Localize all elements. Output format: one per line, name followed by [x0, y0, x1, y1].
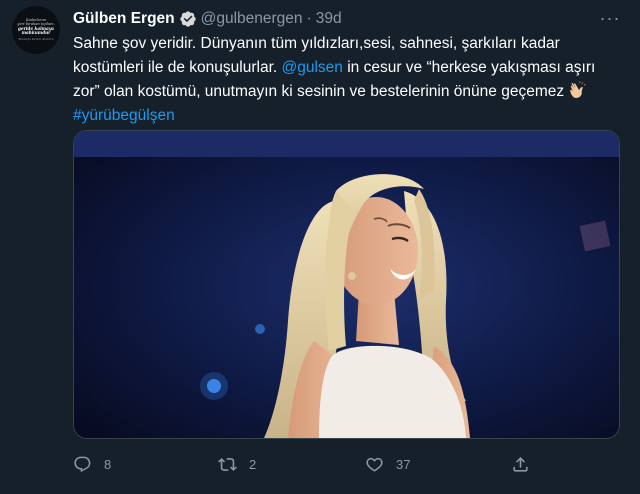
share-icon — [513, 456, 528, 472]
avatar-quote-line: mahkumdur — [21, 30, 51, 36]
author-name[interactable]: Gülben Ergen — [73, 10, 175, 28]
tweet-actions: 8 2 37 — [73, 450, 618, 478]
hashtag-link[interactable]: #yürübegülşen — [73, 104, 618, 128]
like-button[interactable]: 37 — [365, 450, 410, 478]
share-button[interactable] — [511, 450, 530, 478]
tweet-text-segment: in cesur ve “herkese yakışması aşırı — [342, 59, 596, 76]
more-options-button[interactable]: ··· — [598, 8, 622, 28]
clapping-hands-icon — [570, 81, 586, 99]
retweet-button[interactable]: 2 — [218, 450, 256, 478]
avatar-quote-attribution: Mustafa Kemal Atatürk — [18, 36, 54, 41]
reply-button[interactable]: 8 — [73, 450, 111, 478]
tweet-text-segment: zor” olan kostümü, unutmayın ki sesinin … — [73, 83, 565, 100]
tweet-photo[interactable] — [73, 130, 620, 439]
heart-icon — [366, 457, 383, 472]
tweet-header: Gülben Ergen @gulbenergen · 39d — [73, 8, 342, 30]
tweet-text-line: zor” olan kostümü, unutmayın ki sesinin … — [73, 80, 618, 104]
author-handle[interactable]: @gulbenergen — [201, 10, 303, 28]
separator-dot: · — [306, 10, 312, 27]
tweet-text-segment: kostümleri ile de konuşulurlar. — [73, 59, 282, 76]
tweet-timestamp[interactable]: 39d — [316, 10, 342, 28]
like-count: 37 — [396, 456, 411, 472]
reply-count: 8 — [104, 456, 112, 472]
avatar[interactable]: Kadınlarını geri bırakan toplum, geride … — [12, 6, 60, 54]
retweet-icon — [218, 457, 237, 471]
reply-icon — [74, 456, 91, 472]
retweet-count: 2 — [249, 456, 257, 472]
verified-badge-icon — [179, 11, 196, 27]
tweet-text-line: Sahne şov yeridir. Dünyanın tüm yıldızla… — [73, 35, 560, 52]
tweet-text: Sahne şov yeridir. Dünyanın tüm yıldızla… — [73, 32, 618, 128]
photo-image — [74, 131, 619, 438]
tweet-text-line: kostümleri ile de konuşulurlar. @gulsen … — [73, 56, 618, 80]
mention-link[interactable]: @gulsen — [282, 59, 343, 76]
